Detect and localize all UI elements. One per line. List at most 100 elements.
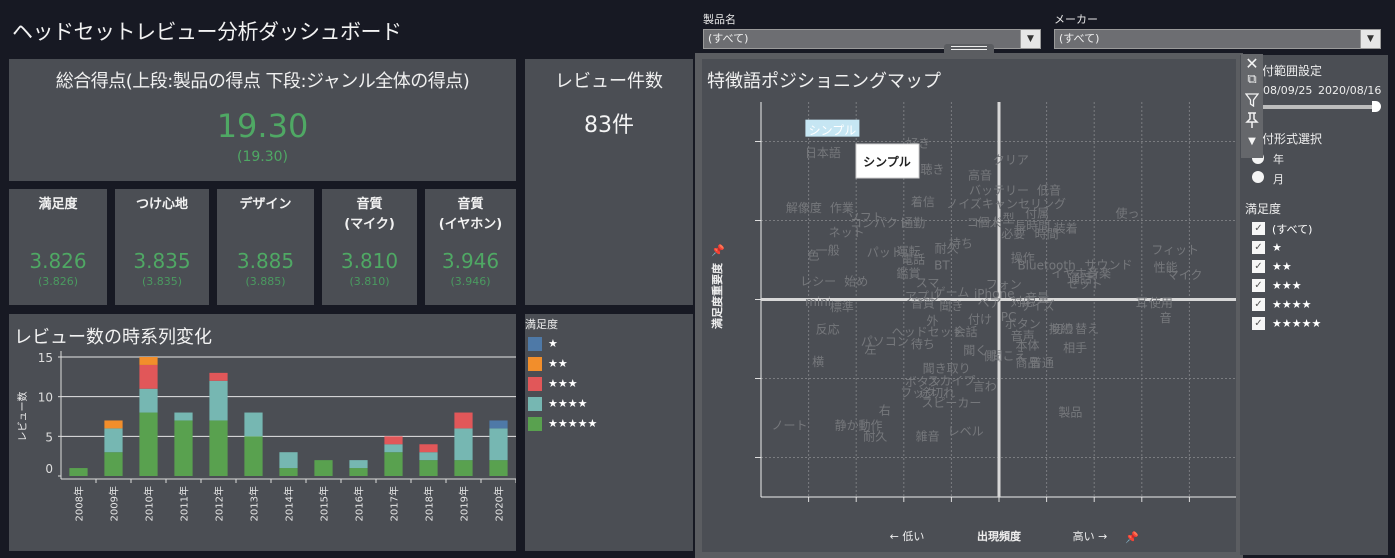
metric-genre-value: (3.885) [245,275,286,288]
keyword-label: 耐久 [935,241,959,255]
drag-handle[interactable] [944,44,994,54]
metric-value: 3.885 [236,249,295,273]
checkbox[interactable]: ✓ [1252,222,1265,235]
dropdown-arrow-icon[interactable]: ▼ [1020,30,1040,48]
legend-swatch [528,356,542,371]
more-icon[interactable]: ▼ [1241,136,1263,147]
legend-item[interactable]: ★★★★★ [528,416,597,431]
keyword-label: サイズ [1019,298,1055,313]
bar-segment-star3 [454,412,473,429]
keyword-positioning-map[interactable]: 特徴語ポジショニングマップ シンプル 好き 日本語 聴き クリア 高音 バッテリー 低音 着信ノ… [702,59,1236,552]
checkbox-label: ★★★★ [1272,298,1312,311]
date-format-title: 付形式選択 [1262,132,1323,146]
keyword-label: 耐久 [863,429,887,443]
keyword-label: 切り替え [1051,322,1099,336]
metric-genre-value: (3.826) [37,275,79,288]
bar-segment-star5 [104,452,123,476]
keyword-label: 耳 [1136,296,1148,310]
keyword-label: 通勤 [901,216,925,230]
keyword-label: セット [1067,277,1103,291]
keyword-label: 着信 [911,194,935,209]
satisfaction-checkbox-row[interactable]: ✓ ★★★★ [1252,297,1311,312]
keyword-label: 音質 [911,296,935,311]
date-range-slider[interactable] [1262,105,1376,109]
pin-icon[interactable] [1241,112,1263,132]
date-range-end: 2020/08/16 [1318,84,1382,97]
total-score-title: 総合得点(上段:製品の得点 下段:ジャンル全体の得点) [55,71,470,92]
keyword-label: スピーカー [921,396,981,410]
keyword-label: 右 [879,402,891,417]
y-tick-label: 10 [38,391,53,405]
tooltip-text: シンプル [863,154,911,169]
metric-genre-value: (3.810) [349,275,390,288]
keyword-label: 電話 [901,251,925,266]
satisfaction-checkbox-row[interactable]: ✓ (すべて) [1252,221,1312,236]
legend-item[interactable]: ★★ [528,356,568,371]
dropdown-arrow-icon[interactable]: ▼ [1360,30,1380,48]
legend-item[interactable]: ★ [528,336,558,351]
keyword-label: ペア [977,296,1001,310]
keyword-label: 解像度 [786,200,822,215]
product-filter-label: 製品名 [703,13,736,26]
filter-icon[interactable] [1241,92,1263,111]
bar-segment-star3 [209,372,228,381]
keyword-label: 静か [835,418,859,432]
review-count-card: レビュー件数 83件 [525,59,693,305]
metric-label: 音質 (マイク) [344,197,395,232]
satisfaction-filter-title: 満足度 [1245,202,1282,216]
keyword-label: 個人 [977,215,1001,229]
metric-label: デザイン [239,197,292,212]
x-axis-label: 出現頻度 [977,529,1022,543]
checkbox[interactable]: ✓ [1252,241,1265,254]
y-tick-label: 15 [38,351,53,365]
pin-icon: 📌 [1125,530,1139,544]
bar-chart-svg: 0 5 10 15 レビュー数 2008年 2009年 2010年 2011年 2012年 2013… [16,351,516,521]
satisfaction-checkbox-row[interactable]: ✓ ★ [1252,240,1282,255]
bar-segment-star5 [244,436,263,476]
bar-segment-star1 [489,420,508,429]
product-score-value: 19.30 [216,107,309,145]
satisfaction-checkbox-row[interactable]: ✓ ★★★ [1252,278,1302,293]
x-tick-label: 2017年 [388,486,401,521]
close-icon[interactable]: ✕ [1241,54,1263,73]
checkbox[interactable]: ✓ [1252,317,1265,330]
keyword-label: バッテリー [969,184,1029,198]
metric-value: 3.826 [29,249,87,273]
legend-swatch [528,336,542,351]
legend-item[interactable]: ★★★★ [528,396,587,411]
maker-filter-label: メーカー [1054,13,1098,26]
checkbox[interactable]: ✓ [1252,279,1265,292]
bar-segment-star4 [384,444,403,453]
x-tick-label: 2019年 [458,486,471,521]
radio-month[interactable] [1252,171,1264,183]
bar-segment-star2 [139,357,158,365]
maker-filter-select[interactable]: (すべて) ▼ [1054,29,1381,49]
keyword-label: 標準 [830,299,854,314]
legend-item[interactable]: ★★★ [528,376,578,391]
keyword-label: 聞き [939,299,963,313]
popout-icon[interactable]: ⧉ [1241,72,1263,87]
metric-card-earphone-quality: 音質 (イヤホン) 3.946 (3.946) [425,189,516,305]
keyword-label: 色 [807,248,819,262]
keyword-label: 音 [1160,310,1172,325]
checkbox[interactable]: ✓ [1252,298,1265,311]
keyword-label: 使用 [1149,295,1173,310]
keyword-label: ネット [829,226,865,240]
review-timeseries-chart: レビュー数の時系列変化 0 5 10 15 レビュー数 2008年 2009年 2010年 20… [9,314,516,551]
satisfaction-checkbox-row[interactable]: ✓ ★★★★★ [1252,316,1321,331]
keyword-label: 普通 [1030,356,1054,370]
bar-segment-star4 [209,380,228,421]
bar-segment-star2 [104,420,123,429]
satisfaction-checkbox-row[interactable]: ✓ ★★ [1252,259,1292,274]
keyword-label: 型 [1003,211,1015,225]
keyword-label: BT [934,259,950,273]
legend-label: ★★★★ [548,397,588,410]
bar-segment-star4 [104,428,123,453]
scatter-map-svg[interactable]: シンプル好き日本語聴きクリア高音バッテリー 低音着信 ノイズキャンセリング解像度 作業… [702,59,1236,552]
bar-segment-star5 [279,468,298,476]
legend-label: ★★★ [548,377,578,390]
keyword-label: 時間 [1035,227,1059,241]
bar-segment-star5 [139,412,158,476]
keyword-label: フィット [1151,243,1199,257]
checkbox[interactable]: ✓ [1252,260,1265,273]
